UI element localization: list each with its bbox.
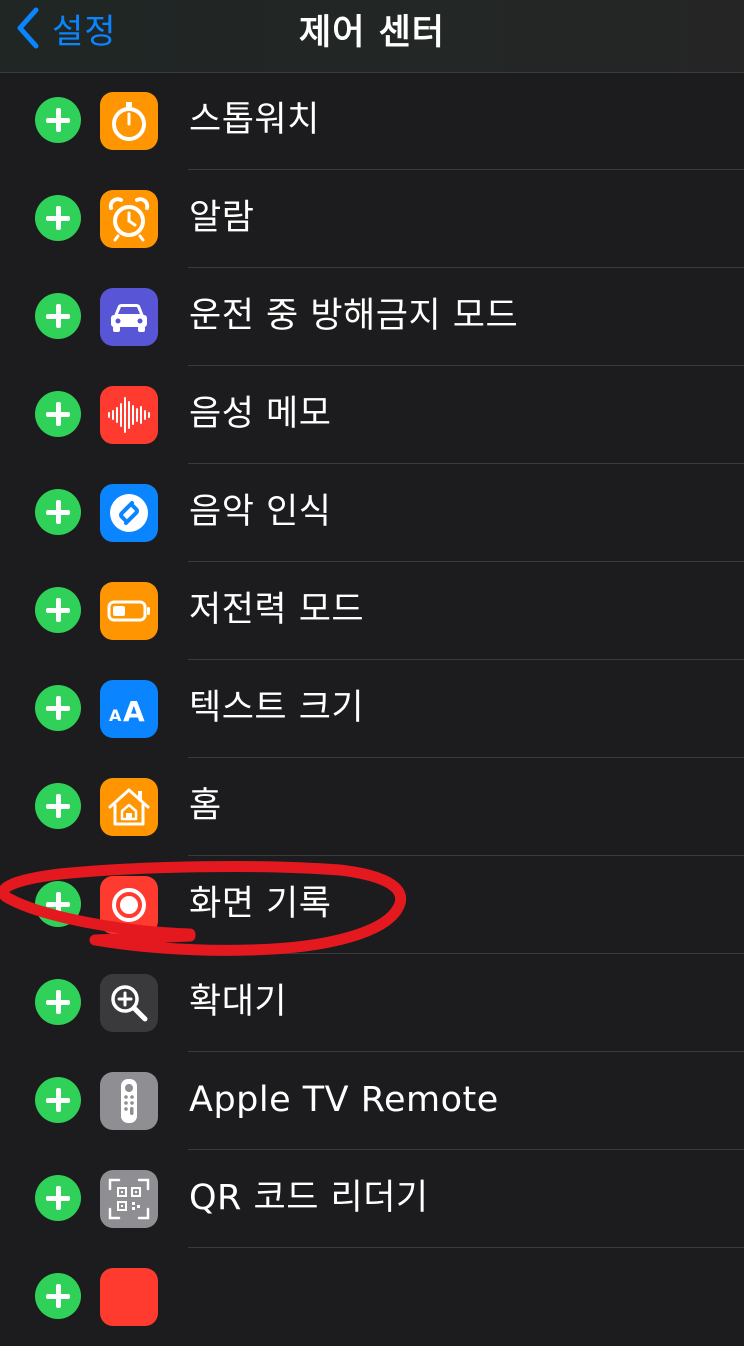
control-label: 홈 [189, 786, 222, 826]
control-row-stopwatch: 스톱워치 [0, 72, 744, 170]
control-row-voice-memos: 음성 메모 [0, 366, 744, 464]
control-row-screen-recording: 화면 기록 [0, 856, 744, 954]
control-row-magnifier: 확대기 [0, 954, 744, 1052]
alarm-clock-icon [100, 190, 158, 248]
control-label: 스톱워치 [189, 100, 320, 140]
control-row-low-power-mode: 저전력 모드 [0, 562, 744, 660]
add-button[interactable] [35, 1077, 81, 1123]
control-label: 화면 기록 [189, 884, 332, 924]
more-controls-list: 스톱워치 알람 운전 중 방해금지 모드 음성 메모 음악 인식 저전력 모드 … [0, 72, 744, 1346]
control-label: Apple TV Remote [189, 1080, 499, 1120]
control-label: 텍스트 크기 [189, 688, 365, 728]
navigation-bar: 설정 제어 센터 [0, 0, 744, 73]
control-label: 음성 메모 [189, 394, 332, 434]
text-size-icon: A A [100, 680, 158, 738]
control-row-text-size: A A 텍스트 크기 [0, 660, 744, 758]
add-button[interactable] [35, 293, 81, 339]
add-button[interactable] [35, 783, 81, 829]
control-label: 확대기 [189, 982, 288, 1022]
control-label: 운전 중 방해금지 모드 [189, 296, 519, 336]
control-row-driving-focus: 운전 중 방해금지 모드 [0, 268, 744, 366]
page-title: 제어 센터 [299, 13, 445, 53]
tv-remote-icon [100, 1072, 158, 1130]
add-button[interactable] [35, 391, 81, 437]
control-row-alarm: 알람 [0, 170, 744, 268]
car-icon [100, 288, 158, 346]
control-row-home: 홈 [0, 758, 744, 856]
add-button[interactable] [35, 881, 81, 927]
control-label: QR 코드 리더기 [189, 1178, 429, 1218]
home-icon [100, 778, 158, 836]
control-row-partial [0, 1248, 744, 1346]
waveform-icon [100, 386, 158, 444]
control-row-qr-code-reader: QR 코드 리더기 [0, 1150, 744, 1248]
add-button[interactable] [35, 489, 81, 535]
control-row-apple-tv-remote: Apple TV Remote [0, 1052, 744, 1150]
stopwatch-icon [100, 92, 158, 150]
control-row-music-recognition: 음악 인식 [0, 464, 744, 562]
shazam-icon [100, 484, 158, 542]
control-label: 음악 인식 [189, 492, 332, 532]
qr-code-icon [100, 1170, 158, 1228]
svg-text:A: A [109, 706, 122, 725]
battery-icon [100, 582, 158, 640]
add-button[interactable] [35, 1175, 81, 1221]
add-button[interactable] [35, 195, 81, 241]
add-button[interactable] [35, 979, 81, 1025]
add-button[interactable] [35, 1273, 81, 1319]
svg-text:A: A [123, 695, 145, 728]
screen-record-icon [100, 876, 158, 934]
add-button[interactable] [35, 97, 81, 143]
add-button[interactable] [35, 587, 81, 633]
control-label: 알람 [189, 198, 255, 238]
add-button[interactable] [35, 685, 81, 731]
control-label: 저전력 모드 [189, 590, 365, 630]
magnifier-icon [100, 974, 158, 1032]
